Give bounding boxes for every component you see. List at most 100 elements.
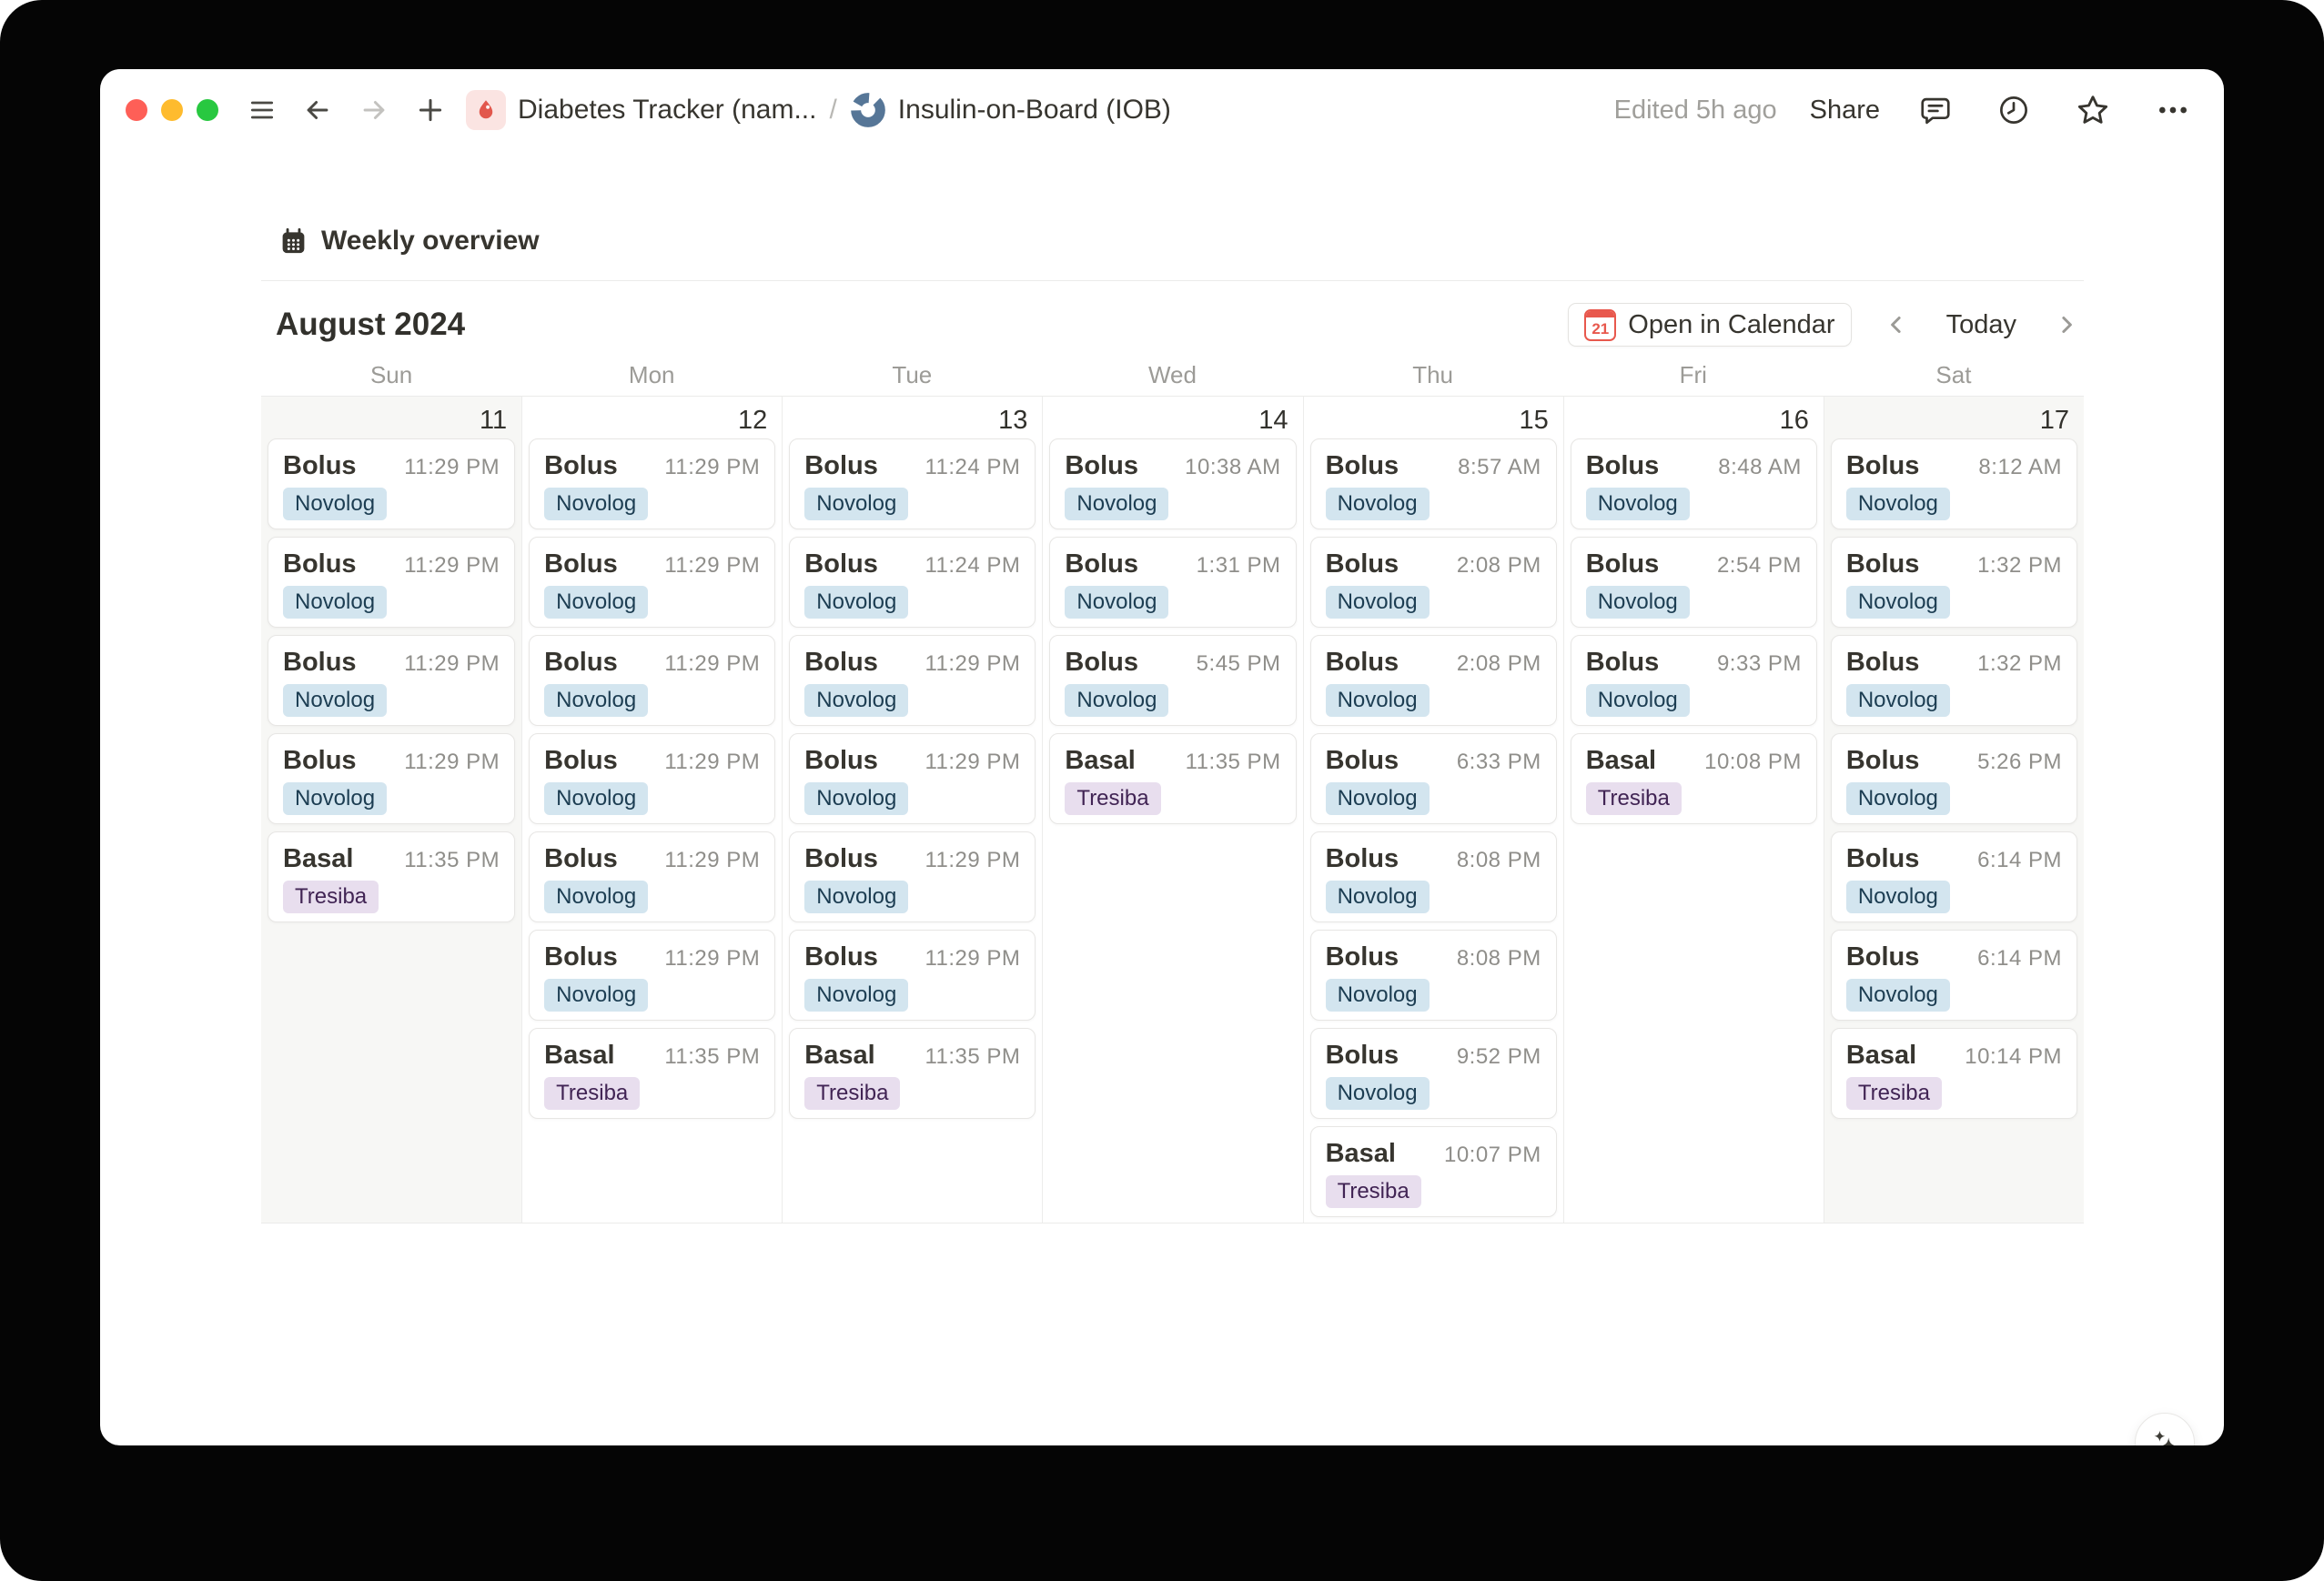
event-card[interactable]: Bolus 11:29 PM Novolog: [529, 733, 776, 824]
event-card[interactable]: Bolus 8:08 PM Novolog: [1309, 930, 1557, 1021]
event-card[interactable]: Basal 11:35 PM Tresiba: [789, 1028, 1036, 1119]
event-card[interactable]: Bolus 1:31 PM Novolog: [1049, 537, 1297, 628]
event-card[interactable]: Bolus 10:38 AM Novolog: [1049, 438, 1297, 529]
event-tag: Novolog: [1325, 488, 1430, 520]
event-card[interactable]: Bolus 11:29 PM Novolog: [789, 831, 1036, 922]
event-card[interactable]: Bolus 11:29 PM Novolog: [529, 930, 776, 1021]
event-card-top: Bolus 11:29 PM: [544, 844, 760, 874]
event-card-top: Bolus 11:29 PM: [283, 648, 500, 678]
event-card[interactable]: Bolus 1:32 PM Novolog: [1830, 537, 2077, 628]
day-name: Mon: [628, 361, 675, 388]
day-column-14[interactable]: 14 Bolus 10:38 AM Novolog Bolus 1:31 PM …: [1042, 397, 1303, 1223]
event-tag: Novolog: [804, 782, 909, 815]
event-card[interactable]: Bolus 11:24 PM Novolog: [789, 438, 1036, 529]
sidebar-toggle-icon[interactable]: [242, 90, 282, 130]
open-in-calendar-button[interactable]: 21 Open in Calendar: [1568, 303, 1852, 347]
favorite-star-icon[interactable]: [2069, 86, 2117, 134]
event-card-top: Bolus 10:38 AM: [1065, 451, 1280, 481]
more-options-icon[interactable]: [2149, 86, 2197, 134]
event-time: 1:31 PM: [1196, 553, 1281, 578]
notion-ai-button[interactable]: [2135, 1413, 2195, 1445]
event-card[interactable]: Bolus 11:29 PM Novolog: [789, 733, 1036, 824]
event-time: 11:29 PM: [925, 750, 1021, 774]
day-column-11[interactable]: 11 Bolus 11:29 PM Novolog Bolus 11:29 PM…: [261, 397, 522, 1223]
event-card[interactable]: Bolus 11:29 PM Novolog: [268, 438, 516, 529]
event-card[interactable]: Bolus 11:29 PM Novolog: [268, 733, 516, 824]
event-card[interactable]: Bolus 8:57 AM Novolog: [1309, 438, 1557, 529]
event-card[interactable]: Bolus 11:29 PM Novolog: [529, 831, 776, 922]
event-card[interactable]: Bolus 6:33 PM Novolog: [1309, 733, 1557, 824]
event-card[interactable]: Bolus 11:29 PM Novolog: [789, 930, 1036, 1021]
chevron-left-icon[interactable]: [1879, 307, 1914, 342]
view-header: Weekly overview: [261, 224, 2084, 258]
event-card[interactable]: Bolus 11:24 PM Novolog: [789, 537, 1036, 628]
comments-icon[interactable]: [1913, 87, 1958, 133]
event-tag: Tresiba: [544, 1077, 641, 1110]
day-column-13[interactable]: 13 Bolus 11:24 PM Novolog Bolus 11:24 PM…: [782, 397, 1043, 1223]
today-button[interactable]: Today: [1946, 310, 2016, 340]
event-card-top: Bolus 2:08 PM: [1326, 648, 1541, 678]
event-card[interactable]: Bolus 11:29 PM Novolog: [268, 635, 516, 726]
minimize-window-button[interactable]: [161, 99, 183, 121]
event-title: Bolus: [1325, 451, 1399, 480]
event-tag: Novolog: [1065, 586, 1169, 619]
zoom-window-button[interactable]: [197, 99, 218, 121]
event-time: 11:35 PM: [925, 1044, 1021, 1069]
day-events: Bolus 8:48 AM Novolog Bolus 2:54 PM Novo…: [1564, 438, 1824, 824]
back-icon[interactable]: [297, 89, 338, 131]
event-card[interactable]: Basal 11:35 PM Tresiba: [268, 831, 516, 922]
event-card[interactable]: Basal 11:35 PM Tresiba: [1049, 733, 1297, 824]
breadcrumb-workspace-label: Diabetes Tracker (nam...: [518, 95, 817, 125]
day-column-12[interactable]: 12 Bolus 11:29 PM Novolog Bolus 11:29 PM…: [521, 397, 783, 1223]
event-card[interactable]: Bolus 5:26 PM Novolog: [1830, 733, 2077, 824]
event-card[interactable]: Bolus 9:52 PM Novolog: [1309, 1028, 1557, 1119]
event-card[interactable]: Bolus 1:32 PM Novolog: [1830, 635, 2077, 726]
month-label: August 2024: [276, 307, 466, 342]
event-card[interactable]: Bolus 11:29 PM Novolog: [529, 438, 776, 529]
event-tag: Novolog: [804, 488, 909, 520]
day-column-16[interactable]: 16 Bolus 8:48 AM Novolog Bolus 2:54 PM N…: [1562, 397, 1824, 1223]
share-button[interactable]: Share: [1810, 96, 1880, 126]
event-card[interactable]: Bolus 2:08 PM Novolog: [1309, 537, 1557, 628]
event-tag: Novolog: [1845, 782, 1950, 815]
event-card[interactable]: Basal 11:35 PM Tresiba: [529, 1028, 776, 1119]
event-title: Bolus: [1325, 1041, 1399, 1070]
day-column-17[interactable]: 17 Bolus 8:12 AM Novolog Bolus 1:32 PM N…: [1823, 397, 2084, 1223]
event-card[interactable]: Bolus 11:29 PM Novolog: [529, 635, 776, 726]
chevron-right-icon[interactable]: [2049, 307, 2084, 342]
event-time: 9:33 PM: [1716, 651, 1802, 676]
day-column-15[interactable]: 15 Bolus 8:57 AM Novolog Bolus 2:08 PM N…: [1302, 397, 1563, 1223]
event-time: 10:38 AM: [1185, 455, 1281, 479]
event-card[interactable]: Basal 10:07 PM Tresiba: [1309, 1126, 1557, 1217]
view-title[interactable]: Weekly overview: [321, 226, 540, 257]
forward-icon[interactable]: [353, 89, 395, 131]
event-time: 2:08 PM: [1456, 553, 1541, 578]
event-card[interactable]: Bolus 11:29 PM Novolog: [529, 537, 776, 628]
event-tag: Novolog: [1845, 586, 1950, 619]
close-window-button[interactable]: [126, 99, 147, 121]
event-card-top: Bolus 11:29 PM: [283, 451, 500, 481]
event-card[interactable]: Bolus 11:29 PM Novolog: [789, 635, 1036, 726]
event-title: Bolus: [1065, 648, 1138, 677]
event-card[interactable]: Bolus 6:14 PM Novolog: [1830, 930, 2077, 1021]
breadcrumb-workspace[interactable]: Diabetes Tracker (nam...: [466, 90, 816, 130]
event-card[interactable]: Basal 10:14 PM Tresiba: [1830, 1028, 2077, 1119]
event-time: 11:29 PM: [664, 750, 761, 774]
new-page-icon[interactable]: [409, 89, 451, 131]
event-card-top: Bolus 1:32 PM: [1846, 648, 2062, 678]
event-card[interactable]: Bolus 8:08 PM Novolog: [1309, 831, 1557, 922]
event-card[interactable]: Basal 10:08 PM Tresiba: [1570, 733, 1817, 824]
event-card[interactable]: Bolus 8:48 AM Novolog: [1570, 438, 1817, 529]
event-card[interactable]: Bolus 5:45 PM Novolog: [1049, 635, 1297, 726]
event-card[interactable]: Bolus 8:12 AM Novolog: [1830, 438, 2077, 529]
event-card[interactable]: Bolus 2:54 PM Novolog: [1570, 537, 1817, 628]
event-time: 6:14 PM: [1977, 946, 2062, 971]
event-card[interactable]: Bolus 6:14 PM Novolog: [1830, 831, 2077, 922]
event-title: Bolus: [283, 746, 357, 775]
history-clock-icon[interactable]: [1991, 87, 2036, 133]
breadcrumb-page[interactable]: Insulin-on-Board (IOB): [850, 92, 1171, 128]
event-card[interactable]: Bolus 9:33 PM Novolog: [1570, 635, 1817, 726]
event-card[interactable]: Bolus 2:08 PM Novolog: [1309, 635, 1557, 726]
event-card-top: Bolus 11:29 PM: [804, 942, 1020, 972]
event-card[interactable]: Bolus 11:29 PM Novolog: [268, 537, 516, 628]
